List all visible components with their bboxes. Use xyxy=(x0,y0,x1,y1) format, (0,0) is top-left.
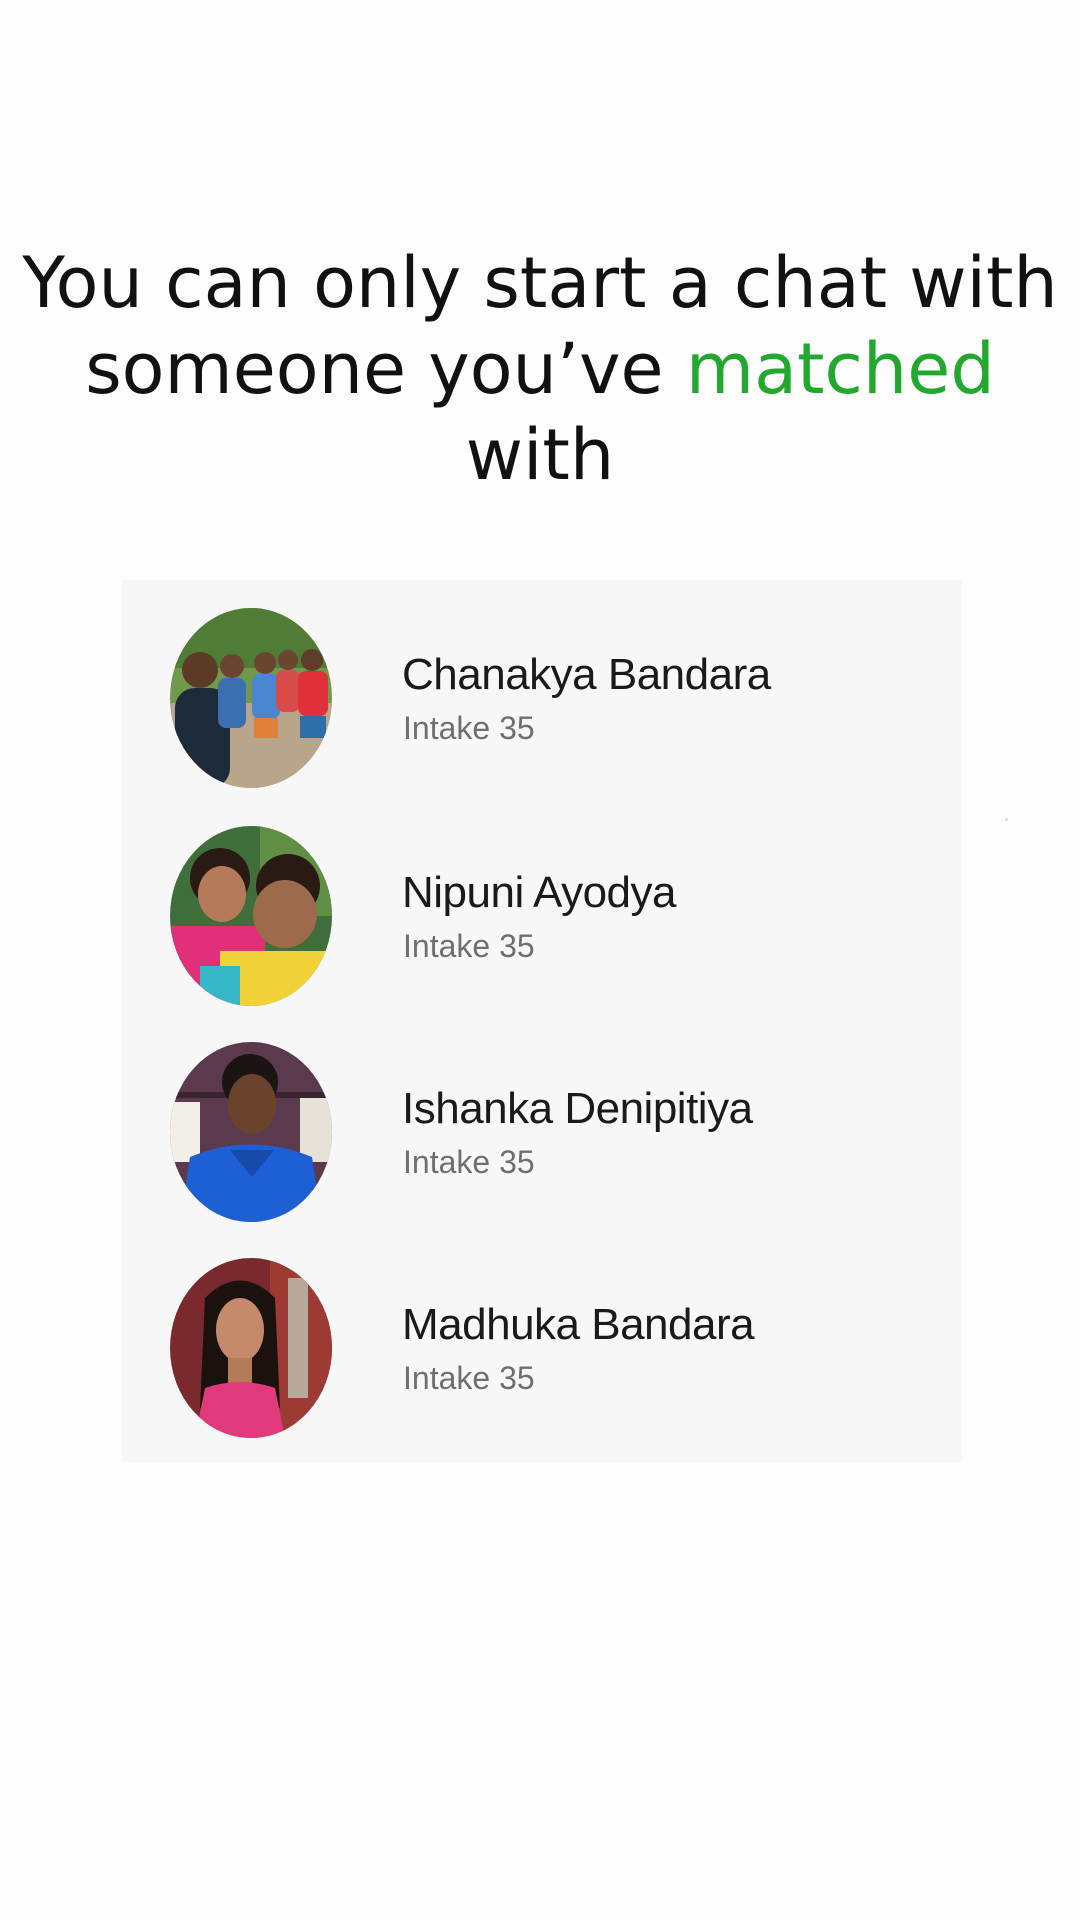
match-name: Chanakya Bandara xyxy=(402,650,771,699)
two-friends-photo-avatar xyxy=(170,826,332,1006)
avatar[interactable] xyxy=(170,826,332,1006)
group-photo-avatar xyxy=(170,608,332,788)
headline-line-2: someone you’ve matched with xyxy=(0,326,1080,498)
decorative-dot xyxy=(1005,818,1008,821)
avatar[interactable] xyxy=(170,608,332,788)
match-intake: Intake 35 xyxy=(403,1144,535,1180)
match-name: Nipuni Ayodya xyxy=(402,868,677,917)
portrait-blue-shirt-avatar xyxy=(170,1042,332,1222)
headline-accent-word: matched xyxy=(685,328,995,410)
matches-list: Chanakya Bandara Intake 35 Nipuni Ayodya xyxy=(122,580,962,1462)
headline-text-before: someone you’ve xyxy=(85,328,686,410)
headline-text-after: with xyxy=(465,414,615,496)
match-list-item[interactable]: Ishanka Denipitiya Intake 35 xyxy=(122,1014,962,1222)
match-intake: Intake 35 xyxy=(403,1360,535,1396)
avatar[interactable] xyxy=(170,1258,332,1438)
match-intake: Intake 35 xyxy=(403,710,535,746)
headline-line-1: You can only start a chat with xyxy=(22,242,1058,324)
match-name: Madhuka Bandara xyxy=(402,1300,755,1349)
match-list-item[interactable]: Chanakya Bandara Intake 35 xyxy=(122,580,962,788)
match-list-item[interactable]: Madhuka Bandara Intake 35 xyxy=(122,1230,962,1438)
onboarding-headline: You can only start a chat with someone y… xyxy=(0,240,1080,498)
portrait-pink-top-avatar xyxy=(170,1258,332,1438)
onboarding-screen: You can only start a chat with someone y… xyxy=(0,0,1080,1920)
avatar[interactable] xyxy=(170,1042,332,1222)
match-list-item[interactable]: Nipuni Ayodya Intake 35 xyxy=(122,798,962,1006)
match-intake: Intake 35 xyxy=(403,928,535,964)
match-name: Ishanka Denipitiya xyxy=(402,1084,753,1133)
